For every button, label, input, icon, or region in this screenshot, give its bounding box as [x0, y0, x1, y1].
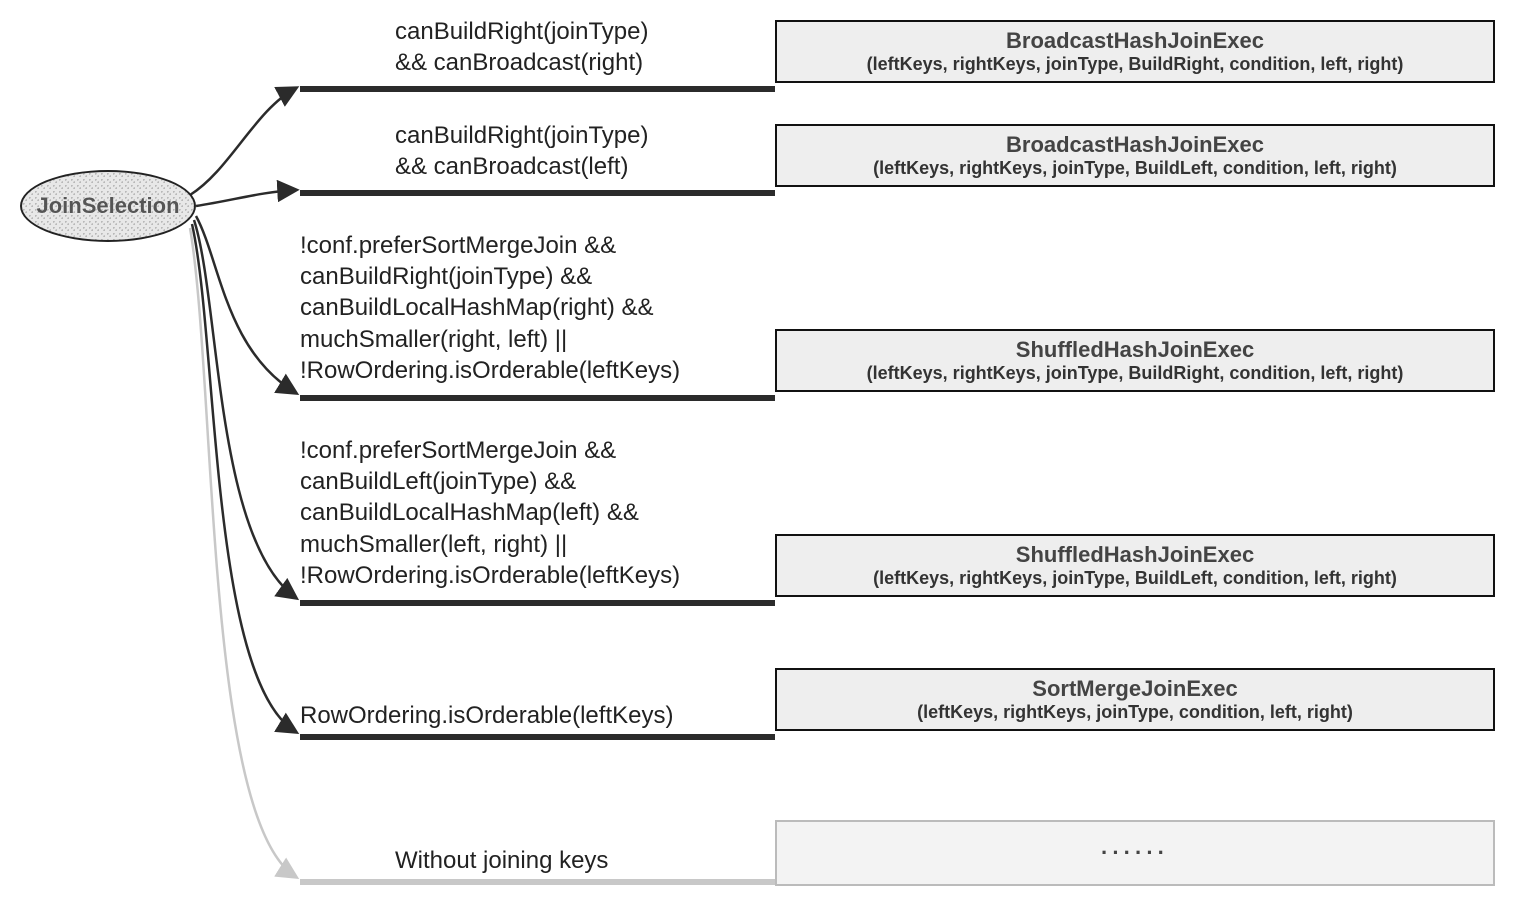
branch-bar	[300, 190, 775, 196]
exec-title: BroadcastHashJoinExec	[787, 28, 1483, 54]
exec-args: (leftKeys, rightKeys, joinType, BuildRig…	[787, 54, 1483, 75]
source-label: JoinSelection	[36, 193, 179, 219]
branch-condition: canBuildRight(joinType) && canBroadcast(…	[395, 16, 648, 78]
exec-box: ShuffledHashJoinExec (leftKeys, rightKey…	[775, 534, 1495, 597]
exec-box: SortMergeJoinExec (leftKeys, rightKeys, …	[775, 668, 1495, 731]
exec-box: BroadcastHashJoinExec (leftKeys, rightKe…	[775, 124, 1495, 187]
exec-args: (leftKeys, rightKeys, joinType, BuildLef…	[787, 568, 1483, 589]
branch-condition: RowOrdering.isOrderable(leftKeys)	[300, 700, 673, 731]
exec-args: (leftKeys, rightKeys, joinType, BuildRig…	[787, 363, 1483, 384]
branch-bar	[300, 734, 775, 740]
branch-bar	[300, 395, 775, 401]
branch-bar	[300, 86, 775, 92]
exec-args: (leftKeys, rightKeys, joinType, BuildLef…	[787, 158, 1483, 179]
exec-args: (leftKeys, rightKeys, joinType, conditio…	[787, 702, 1483, 723]
exec-box: BroadcastHashJoinExec (leftKeys, rightKe…	[775, 20, 1495, 83]
branch-condition: Without joining keys	[395, 845, 608, 876]
branch-bar	[300, 600, 775, 606]
branch-condition: !conf.preferSortMergeJoin && canBuildRig…	[300, 230, 680, 386]
exec-title: ShuffledHashJoinExec	[787, 542, 1483, 568]
exec-title: SortMergeJoinExec	[787, 676, 1483, 702]
exec-box-placeholder: ······	[775, 820, 1495, 886]
branch-bar	[300, 879, 775, 885]
exec-title: BroadcastHashJoinExec	[787, 132, 1483, 158]
exec-title: ······	[1101, 840, 1169, 866]
diagram-canvas: JoinSelection canBuildRight(joinType) &&…	[0, 0, 1521, 923]
exec-box: ShuffledHashJoinExec (leftKeys, rightKey…	[775, 329, 1495, 392]
branch-condition: !conf.preferSortMergeJoin && canBuildLef…	[300, 435, 680, 591]
exec-title: ShuffledHashJoinExec	[787, 337, 1483, 363]
branch-condition: canBuildRight(joinType) && canBroadcast(…	[395, 120, 648, 182]
source-node: JoinSelection	[20, 170, 196, 242]
